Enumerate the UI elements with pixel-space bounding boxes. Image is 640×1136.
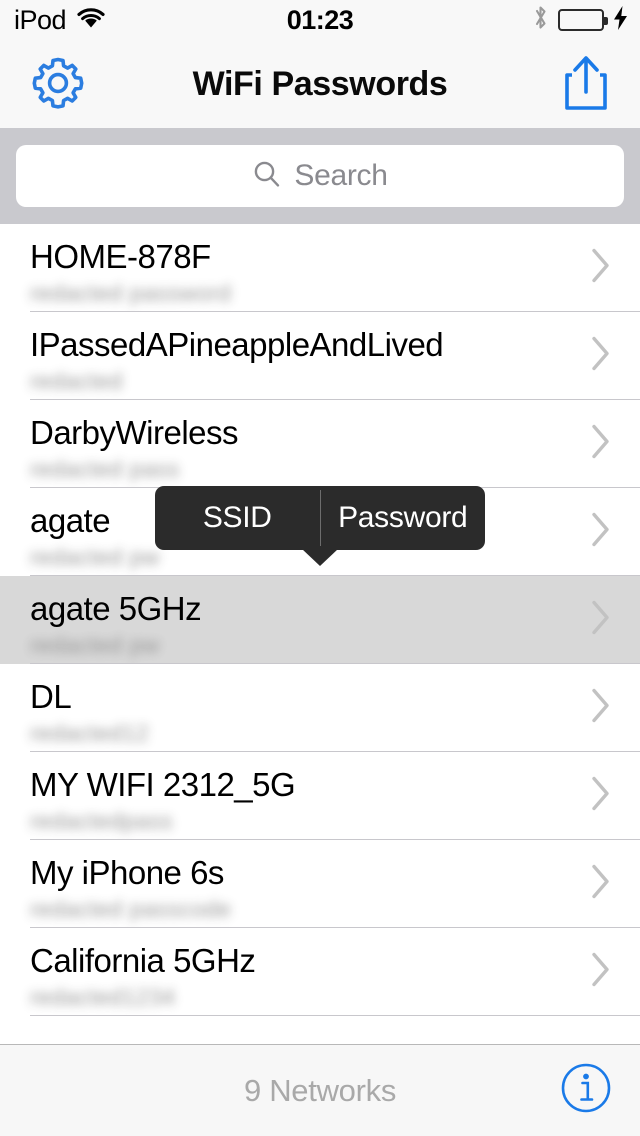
network-password: redacted1234 [30,984,176,1010]
navigation-bar: WiFi Passwords [0,40,640,128]
network-ssid: IPassedAPineappleAndLived [30,326,444,363]
network-ssid: DarbyWireless [30,414,239,451]
chevron-right-icon [590,599,612,642]
search-placeholder: Search [294,159,388,192]
network-row[interactable]: IPassedAPineappleAndLived redacted [0,312,640,400]
info-button[interactable] [558,1063,614,1119]
chevron-right-icon [590,863,612,906]
chevron-right-icon [590,775,612,818]
network-password: redacted password [30,280,232,306]
battery-icon [558,9,608,31]
chevron-right-icon [590,335,612,378]
network-count-label: 9 Networks [243,1072,397,1108]
search-input[interactable]: Search [16,145,624,207]
chevron-right-icon [590,687,612,730]
network-row[interactable]: MY WIFI 2312_5G redactedpass [0,752,640,840]
network-password: redacted pw [30,544,160,570]
network-ssid: HOME-878F [30,238,211,275]
network-password: redacted pass [30,456,180,482]
search-bar: Search [0,128,640,224]
network-password: redacted pw [30,632,160,658]
callout-arrow [302,549,338,566]
row-separator [30,1015,640,1016]
network-ssid: MY WIFI 2312_5G [30,766,296,803]
network-ssid: California 5GHz [30,942,256,979]
network-password: redacted [30,368,123,394]
network-ssid: My iPhone 6s [30,854,224,891]
network-password: redactedpass [30,808,173,834]
network-password: redacted passcode [30,896,232,922]
network-list[interactable]: HOME-878F redacted password IPassedAPineap… [0,224,640,1044]
gear-icon [28,53,88,118]
info-circle-icon [560,1062,612,1119]
copy-callout-menu: SSID Password [155,486,485,550]
bluetooth-icon [532,4,549,36]
search-icon [252,159,282,194]
settings-button[interactable] [22,57,94,112]
chevron-right-icon [590,511,612,554]
page-title: WiFi Passwords [192,64,448,103]
network-row[interactable]: agate 5GHz redacted pw [0,576,640,664]
share-icon [562,54,610,117]
network-ssid: DL [30,678,72,715]
network-row[interactable]: HOME-878F redacted password [0,224,640,312]
share-button[interactable] [552,54,620,117]
chevron-right-icon [590,247,612,290]
lightning-bolt-icon [613,5,628,35]
chevron-right-icon [590,423,612,466]
status-bar-right [532,4,628,36]
network-row[interactable]: DarbyWireless redacted pass [0,400,640,488]
app-screen: iPod 01:23 WiFi Passwords Search HOME-87… [0,0,640,1136]
network-row[interactable]: DL redacted12 [0,664,640,752]
chevron-right-icon [590,951,612,994]
network-ssid: agate 5GHz [30,590,202,627]
bottom-toolbar: 9 Networks [0,1044,640,1136]
status-bar: iPod 01:23 [0,0,640,40]
callout-item-ssid[interactable]: SSID [155,486,320,550]
callout-item-password[interactable]: Password [321,486,486,550]
network-row[interactable]: My iPhone 6s redacted passcode [0,840,640,928]
network-password: redacted12 [30,720,150,746]
network-row[interactable]: California 5GHz redacted1234 [0,928,640,1016]
